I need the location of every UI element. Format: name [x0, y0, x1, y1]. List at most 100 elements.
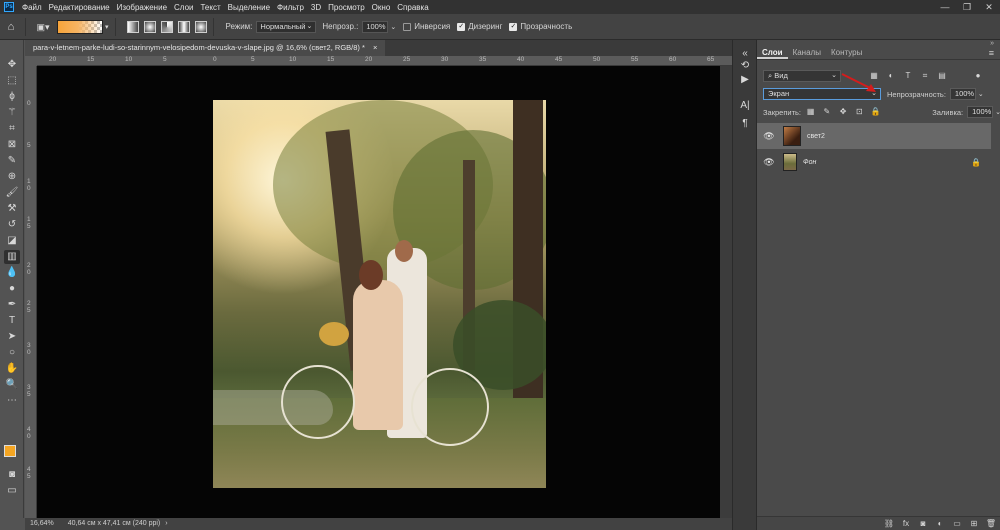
adjustment-layer-icon[interactable]: ◐ — [933, 518, 947, 530]
menu-type[interactable]: Текст — [200, 3, 220, 12]
vertical-scrollbar[interactable] — [720, 66, 732, 518]
move-tool-icon[interactable]: ✥ — [4, 58, 20, 72]
inverse-checkbox[interactable] — [403, 22, 412, 31]
panel-menu-icon[interactable]: ≡ — [989, 48, 994, 58]
horizontal-ruler[interactable]: 20 15 10 5 0 5 10 15 20 25 30 35 40 45 5… — [37, 56, 732, 66]
menu-file[interactable]: Файл — [22, 3, 42, 12]
menu-select[interactable]: Выделение — [228, 3, 270, 12]
dither-checkbox[interactable]: ✓ — [457, 22, 466, 31]
menu-image[interactable]: Изображение — [117, 3, 167, 12]
gradient-tool-icon[interactable]: ▥ — [4, 250, 20, 264]
restore-button[interactable]: ❐ — [956, 0, 978, 14]
lock-image-pixels-icon[interactable]: ✎ — [820, 106, 833, 118]
path-selection-tool-icon[interactable]: ➤ — [4, 330, 20, 344]
linear-gradient-button[interactable] — [126, 20, 139, 33]
opacity-input[interactable]: 100% — [362, 20, 389, 33]
eye-icon[interactable]: 👁 — [761, 157, 777, 168]
menu-filter[interactable]: Фильтр — [277, 3, 304, 12]
diamond-gradient-button[interactable] — [194, 20, 207, 33]
character-panel-icon[interactable]: A| — [739, 100, 751, 112]
lock-transparent-pixels-icon[interactable]: ▦ — [804, 106, 817, 118]
delete-layer-icon[interactable]: 🗑 — [984, 518, 998, 530]
layer-filter-select[interactable]: ⌕ Вид ⌄ — [763, 70, 841, 82]
foreground-color-swatch[interactable] — [4, 445, 16, 457]
vertical-ruler[interactable]: 0 5 1 0 1 5 2 0 2 5 3 0 3 5 4 0 4 5 — [25, 66, 37, 518]
menu-view[interactable]: Просмотр — [328, 3, 365, 12]
layer-name[interactable]: свет2 — [807, 133, 825, 140]
document-tab[interactable]: para-v-letnem-parke-ludi-so-starinnym-ve… — [25, 40, 386, 56]
home-icon[interactable]: ⌂ — [3, 19, 19, 35]
fill-input[interactable]: 100% — [967, 106, 994, 118]
menu-layer[interactable]: Слои — [174, 3, 193, 12]
document-image[interactable] — [213, 100, 546, 488]
shape-tool-icon[interactable]: ○ — [4, 346, 20, 360]
tab-channels[interactable]: Каналы — [788, 46, 826, 59]
zoom-tool-icon[interactable]: 🔍 — [4, 378, 20, 392]
crop-tool-icon[interactable]: ⌗ — [4, 122, 20, 136]
pen-tool-icon[interactable]: ✒ — [4, 298, 20, 312]
quick-mask-icon[interactable]: ◙ — [4, 468, 20, 482]
more-tools-icon[interactable]: ⋯ — [4, 394, 20, 408]
transparency-checkbox[interactable]: ✓ — [509, 22, 518, 31]
zoom-level[interactable]: 16,64% — [30, 518, 54, 530]
brush-tool-icon[interactable]: 🖌 — [4, 186, 20, 200]
expand-panels-icon[interactable]: « — [739, 48, 751, 60]
menu-edit[interactable]: Редактирование — [49, 3, 110, 12]
tab-layers[interactable]: Слои — [757, 46, 788, 59]
filter-smart-object-icon[interactable]: ▤ — [935, 70, 949, 82]
healing-brush-tool-icon[interactable]: ⊕ — [4, 170, 20, 184]
layer-row-background[interactable]: 👁 Фон 🔒 — [757, 149, 991, 175]
filter-shape-icon[interactable]: ⌗ — [918, 70, 932, 82]
lock-position-icon[interactable]: ✥ — [836, 106, 849, 118]
eyedropper-tool-icon[interactable]: ✎ — [4, 154, 20, 168]
mode-select[interactable]: Нормальный ⌄ — [256, 20, 317, 33]
paragraph-panel-icon[interactable]: ¶ — [739, 118, 751, 130]
history-panel-icon[interactable]: ⟲ — [739, 60, 751, 72]
frame-tool-icon[interactable]: ⊠ — [4, 138, 20, 152]
new-group-icon[interactable]: ▭ — [950, 518, 964, 530]
chevron-down-icon[interactable]: ⌄ — [390, 23, 396, 31]
menu-3d[interactable]: 3D — [311, 3, 321, 12]
close-button[interactable]: ✕ — [978, 0, 1000, 14]
radial-gradient-button[interactable] — [143, 20, 156, 33]
marquee-tool-icon[interactable]: ⬚ — [4, 74, 20, 88]
stamp-tool-icon[interactable]: ⚒ — [4, 202, 20, 216]
history-brush-tool-icon[interactable]: ↺ — [4, 218, 20, 232]
magic-wand-tool-icon[interactable]: ⚚ — [4, 106, 20, 120]
chevron-down-icon[interactable]: ⌄ — [978, 90, 984, 98]
new-layer-icon[interactable]: ⊞ — [967, 518, 981, 530]
reflected-gradient-button[interactable] — [177, 20, 190, 33]
layer-style-icon[interactable]: fx — [899, 518, 913, 530]
actions-play-icon[interactable]: ▶ — [739, 74, 751, 86]
layer-opacity-input[interactable]: 100% — [949, 88, 976, 100]
filter-toggle-icon[interactable]: ● — [971, 70, 985, 82]
dodge-tool-icon[interactable]: ● — [4, 282, 20, 296]
lock-all-icon[interactable]: 🔒 — [869, 106, 882, 118]
filter-type-icon[interactable]: T — [901, 70, 915, 82]
chevron-down-icon[interactable]: ⌄ — [995, 108, 1000, 116]
blur-tool-icon[interactable]: 💧 — [4, 266, 20, 280]
close-tab-icon[interactable]: × — [373, 43, 377, 52]
eye-icon[interactable]: 👁 — [761, 131, 777, 142]
menu-window[interactable]: Окно — [372, 3, 391, 12]
type-tool-icon[interactable]: T — [4, 314, 20, 328]
tab-paths[interactable]: Контуры — [826, 46, 867, 59]
angle-gradient-button[interactable] — [160, 20, 173, 33]
add-mask-icon[interactable]: ◙ — [916, 518, 930, 530]
lock-artboard-icon[interactable]: ⊡ — [853, 106, 866, 118]
gradient-tool-preset-icon[interactable]: ▣▾ — [35, 19, 51, 35]
lock-icon[interactable]: 🔒 — [971, 158, 981, 167]
link-layers-icon[interactable]: ⛓ — [882, 518, 896, 530]
gradient-editor-swatch[interactable] — [57, 19, 103, 34]
status-arrow-icon[interactable]: › — [165, 518, 167, 530]
layer-row-svet2[interactable]: 👁 свет2 — [757, 123, 991, 149]
eraser-tool-icon[interactable]: ◪ — [4, 234, 20, 248]
lasso-tool-icon[interactable]: ϕ — [4, 90, 20, 104]
filter-adjustment-icon[interactable]: ◐ — [884, 70, 898, 82]
minimize-button[interactable]: — — [934, 0, 956, 14]
screen-mode-icon[interactable]: ▭ — [4, 484, 20, 498]
menu-help[interactable]: Справка — [397, 3, 428, 12]
chevron-down-icon[interactable]: ▾ — [105, 23, 109, 31]
hand-tool-icon[interactable]: ✋ — [4, 362, 20, 376]
layer-name[interactable]: Фон — [803, 159, 816, 166]
